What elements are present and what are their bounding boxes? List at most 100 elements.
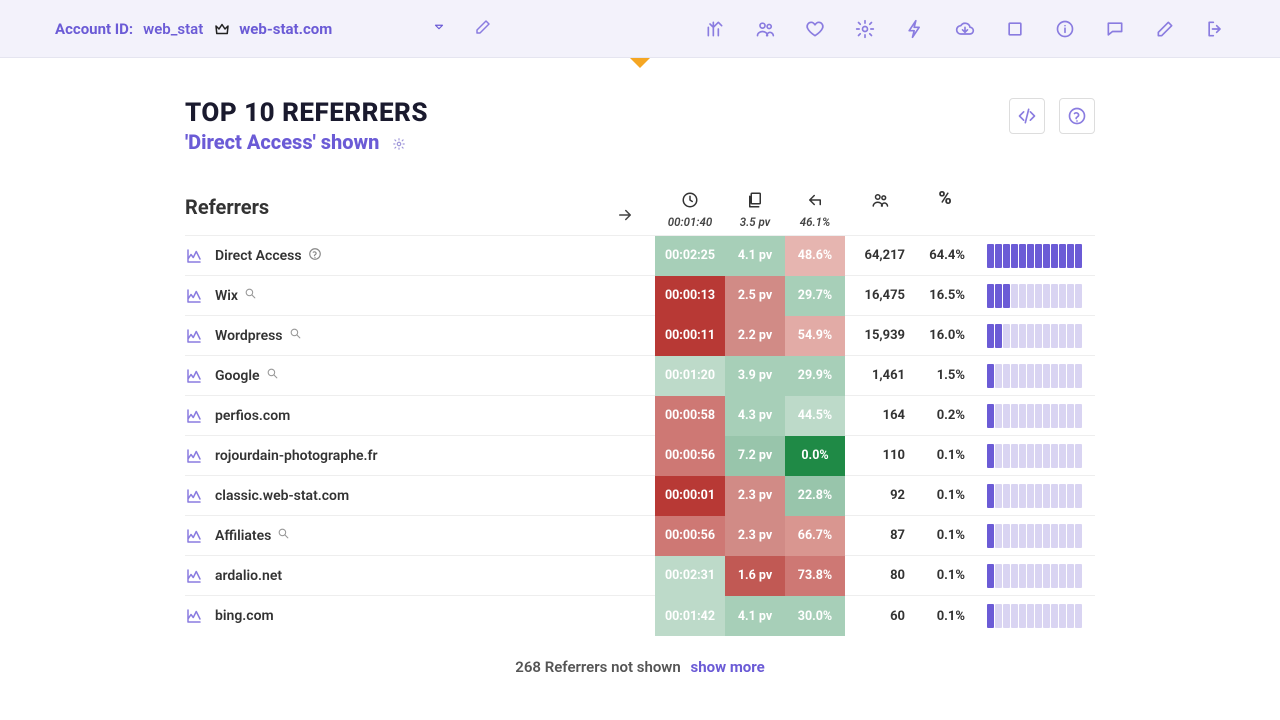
magnify-icon[interactable] [277, 527, 290, 544]
gear-icon[interactable] [855, 19, 875, 39]
site-dropdown-caret[interactable] [432, 19, 446, 38]
table-row[interactable]: Google00:01:203.9 pv29.9%1,4611.5% [185, 356, 1095, 396]
spark-bar [1003, 244, 1010, 268]
table-row[interactable]: Direct Access00:02:254.1 pv48.6%64,21764… [185, 236, 1095, 276]
cloud-download-icon[interactable] [955, 19, 975, 39]
spark-bar [1067, 444, 1074, 468]
spark-bar [1059, 604, 1066, 628]
spark-bar [1059, 484, 1066, 508]
col-bounce[interactable]: 46.1% [785, 191, 845, 229]
spark-bar [1035, 404, 1042, 428]
table-row[interactable]: Wordpress00:00:112.2 pv54.9%15,93916.0% [185, 316, 1095, 356]
col-time[interactable]: 00:01:40 [655, 191, 725, 229]
table-row[interactable]: rojourdain-photographe.fr00:00:567.2 pv0… [185, 436, 1095, 476]
chart-icon[interactable] [185, 527, 215, 545]
compose-icon[interactable] [1155, 19, 1175, 39]
spark-bar [1035, 244, 1042, 268]
visits-cell: 110 [845, 436, 915, 476]
referrer-name[interactable]: Affiliates [215, 527, 595, 544]
info-icon[interactable] [1055, 19, 1075, 39]
spark-bar [1075, 324, 1082, 348]
spark-bar [1075, 404, 1082, 428]
referrer-name[interactable]: ardalio.net [215, 568, 595, 584]
spark-bar [1035, 484, 1042, 508]
avg-bounce-value: 46.1% [785, 215, 845, 229]
spark-bar [1067, 404, 1074, 428]
referrer-name[interactable]: Wix [215, 287, 595, 304]
table-row[interactable]: ardalio.net00:02:311.6 pv73.8%800.1% [185, 556, 1095, 596]
spark-bar [1019, 444, 1026, 468]
col-visits[interactable] [845, 191, 915, 229]
bolt-icon[interactable] [905, 19, 925, 39]
referrer-name[interactable]: Wordpress [215, 327, 595, 344]
spark-bar [995, 604, 1002, 628]
spark-bar [1075, 524, 1082, 548]
referrer-name[interactable]: classic.web-stat.com [215, 488, 595, 504]
chart-icon[interactable] [185, 327, 215, 345]
magnify-icon[interactable] [266, 367, 279, 384]
edit-icon[interactable] [474, 18, 492, 40]
bounce-cell: 29.9% [785, 356, 845, 396]
spark-bar [1043, 244, 1050, 268]
stats-icon[interactable] [705, 19, 725, 39]
square-icon[interactable] [1005, 19, 1025, 39]
chart-icon[interactable] [185, 607, 215, 625]
bounce-cell: 73.8% [785, 556, 845, 596]
chart-icon[interactable] [185, 287, 215, 305]
sparkline [975, 476, 1095, 516]
table-row[interactable]: perfios.com00:00:584.3 pv44.5%1640.2% [185, 396, 1095, 436]
col-pageviews[interactable]: 3.5 pv [725, 191, 785, 229]
show-more-link[interactable]: show more [691, 658, 765, 676]
help-icon[interactable] [308, 247, 322, 265]
table-row[interactable]: classic.web-stat.com00:00:012.3 pv22.8%9… [185, 476, 1095, 516]
spark-bar [1051, 604, 1058, 628]
subtitle-gear-icon[interactable] [392, 137, 406, 151]
chart-icon[interactable] [185, 447, 215, 465]
bounce-cell: 48.6% [785, 236, 845, 276]
spark-bar [1003, 404, 1010, 428]
users-icon[interactable] [755, 19, 775, 39]
referrer-name[interactable]: perfios.com [215, 408, 595, 424]
pv-cell: 4.3 pv [725, 396, 785, 436]
spark-bar [1011, 444, 1018, 468]
referrer-name[interactable]: Google [215, 367, 595, 384]
site-name[interactable]: web-stat.com [239, 20, 332, 38]
referrer-name[interactable]: rojourdain-photographe.fr [215, 448, 595, 464]
sparkline [975, 356, 1095, 396]
logout-icon[interactable] [1205, 19, 1225, 39]
footer-note: 268 Referrers not shown show more [185, 658, 1095, 676]
chart-icon[interactable] [185, 567, 215, 585]
chat-icon[interactable] [1105, 19, 1125, 39]
spark-bar [1067, 244, 1074, 268]
table-header-row: Referrers 00:01:40 3.5 pv 46.1% % [185, 186, 1095, 236]
spark-bar [1043, 524, 1050, 548]
chart-icon[interactable] [185, 487, 215, 505]
col-percent[interactable]: % [915, 188, 975, 229]
spark-bar [1003, 364, 1010, 388]
spark-bar [1059, 364, 1066, 388]
spark-bar [1035, 604, 1042, 628]
table-row[interactable]: Affiliates00:00:562.3 pv66.7%870.1% [185, 516, 1095, 556]
referrer-name[interactable]: Direct Access [215, 247, 595, 265]
chart-icon[interactable] [185, 247, 215, 265]
heart-icon[interactable] [805, 19, 825, 39]
chart-icon[interactable] [185, 407, 215, 425]
embed-code-button[interactable] [1009, 98, 1045, 134]
spark-bar [1043, 564, 1050, 588]
spark-bar [1019, 604, 1026, 628]
help-button[interactable] [1059, 98, 1095, 134]
spark-bar [1003, 524, 1010, 548]
spark-bar [1059, 524, 1066, 548]
pv-cell: 2.5 pv [725, 276, 785, 316]
percent-cell: 0.1% [915, 516, 975, 556]
table-row[interactable]: bing.com00:01:424.1 pv30.0%600.1% [185, 596, 1095, 636]
table-row[interactable]: Wix00:00:132.5 pv29.7%16,47516.5% [185, 276, 1095, 316]
spark-bar [1067, 524, 1074, 548]
referrer-name[interactable]: bing.com [215, 608, 595, 624]
magnify-icon[interactable] [244, 287, 257, 304]
referrers-column-header: Referrers [185, 195, 595, 229]
magnify-icon[interactable] [289, 327, 302, 344]
percent-icon: % [915, 188, 975, 209]
chart-icon[interactable] [185, 367, 215, 385]
sparkline [975, 596, 1095, 636]
